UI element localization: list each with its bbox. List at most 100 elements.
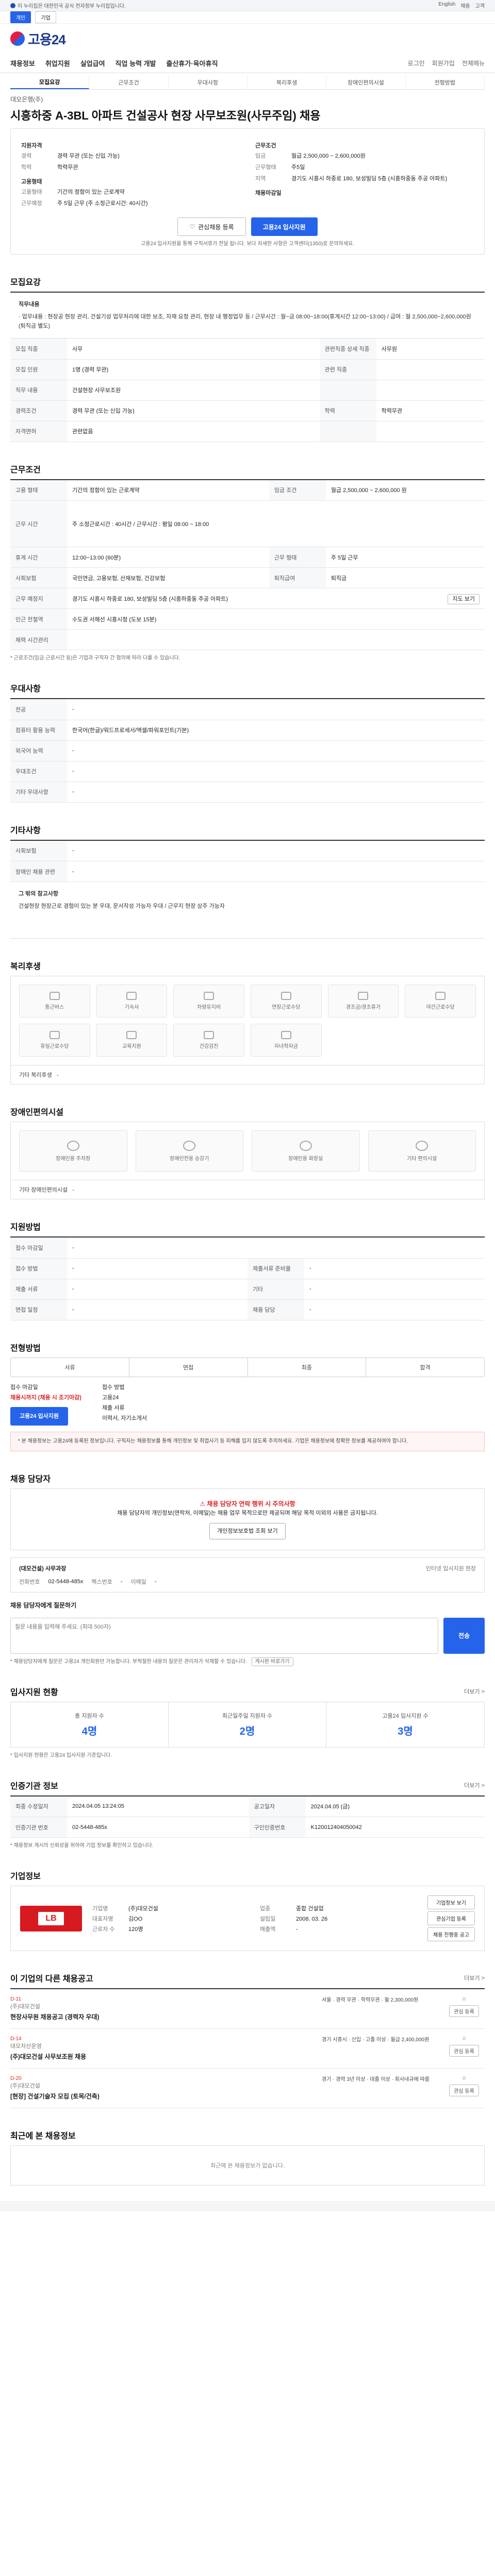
job-meta: 서울 · 경력 무관 · 학력무관 · 월 2,300,000원	[322, 1997, 419, 2003]
company-info: 기업명 (주)대모건설 업종 종합 건설업 대표자명 김OO 설립일 2008. 03.…	[92, 1904, 417, 1933]
nav-item[interactable]: 취업지원	[45, 58, 70, 68]
question-input[interactable]	[10, 1617, 438, 1654]
info-key: 근로자 수	[92, 1926, 115, 1933]
section-title: 장애인편의시설	[10, 1108, 64, 1117]
more-link[interactable]: 더보기 >	[464, 1781, 485, 1789]
cell-key: 사회보험	[10, 840, 67, 861]
warning-title: 채용 담당자 연락 행위 시 주의사항	[207, 1500, 295, 1507]
site-logo[interactable]: 고용24	[10, 29, 66, 48]
list-item[interactable]: D-11 (주)대모건설 현장사무원 채용공고 (경력자 우대) 서울 · 경력 무…	[10, 1989, 485, 2029]
method-value: 고용24	[102, 1394, 119, 1401]
nav-item[interactable]: 출산휴가·육아휴직	[167, 58, 218, 68]
cell-key: 관련 직종	[319, 359, 376, 380]
cell-key: 외국어 능력	[10, 740, 67, 761]
tab-conditions[interactable]: 근무조건	[89, 75, 169, 89]
fax-label: 팩스번호	[91, 1579, 112, 1585]
heart-icon: ♡	[189, 223, 195, 230]
summary-item: 고용형태 기간의 정함이 있는 근로계약	[21, 188, 240, 197]
apply-note: 고용24 입사지원을 통해 구직서류가 전달 됩니다. 보다 자세한 사항은 고…	[141, 241, 354, 247]
section-header: 인증기관 정보 더보기 >	[10, 1779, 485, 1791]
job-interest-button[interactable]: 관심 등록	[449, 2045, 479, 2057]
job-meta: 경기 · 경력 3년 이상 · 대졸 이상 · 회사내규에 따름	[322, 2077, 430, 2082]
cell-key: 제출 서류	[10, 1279, 67, 1300]
job-title: 시흥하중 A-3BL 아파트 건설공사 현장 사무보조원(사무주임) 채용	[10, 109, 321, 122]
elevator-icon	[183, 1140, 196, 1151]
cell-key: 장애인 채용 관련	[10, 861, 67, 882]
summary-item: 경력 경력 무관 (또는 신입 가능)	[21, 151, 240, 161]
cell-value: -	[67, 1299, 248, 1320]
facility-etc-key: 기타 장애인편의시설	[19, 1187, 68, 1193]
tab-facility[interactable]: 장애인편의시설	[326, 75, 406, 89]
topbar-link[interactable]: 채용	[460, 2, 470, 9]
info-key: 업종	[260, 1905, 271, 1912]
company-jobs-button[interactable]: 채용 진행중 공고	[427, 1927, 475, 1941]
interest-button[interactable]: ♡ 관심채용 등록	[177, 217, 246, 236]
send-button[interactable]: 전송	[443, 1617, 485, 1654]
star-icon[interactable]: ☆	[462, 1996, 467, 2002]
section-apply: 지원방법 접수 마감일 - 접수 방법 - 제출서류 준비물 - 제출 서류 - 기타 - 면…	[10, 1220, 485, 1320]
welfare-item: 휴일근로수당	[19, 1024, 90, 1057]
nav-item[interactable]: 직업 능력 개발	[116, 58, 156, 68]
job-interest-button[interactable]: 관심 등록	[449, 2005, 479, 2017]
section-title: 전형방법	[10, 1344, 41, 1353]
more-link[interactable]: 더보기 >	[464, 1974, 485, 1982]
tab-recruit[interactable]: 모집요강	[10, 75, 90, 89]
job-interest-button[interactable]: 관심 등록	[449, 2084, 479, 2096]
cell-value: -	[67, 740, 485, 761]
welfare-grid: 통근버스 기숙사 차량유지비 연장근로수당 경조금/경조휴가 야간근로수당 휴일…	[10, 976, 485, 1065]
all-menu-link[interactable]: 전체메뉴	[462, 59, 485, 67]
list-item[interactable]: D-14 대모자산운영 (주)대모건설 사무보조원 채용 경기 시흥시 · 신입 ·…	[10, 2029, 485, 2069]
cell-key: 경력조건	[10, 400, 67, 421]
tab-preference[interactable]: 우대사항	[169, 75, 248, 89]
more-link[interactable]: 더보기 >	[464, 1687, 485, 1696]
star-icon[interactable]: ☆	[462, 2076, 467, 2081]
cell-key: 자격면허	[10, 421, 67, 442]
board-link[interactable]: 게시판 바로가기	[251, 1657, 293, 1666]
map-button[interactable]: 지도 보기	[448, 594, 480, 604]
job-title-link[interactable]: (주)대모건설 사무보조원 채용	[10, 2052, 314, 2061]
apply-button[interactable]: 고용24 입사지원	[251, 217, 318, 236]
nav-item[interactable]: 채용정보	[10, 58, 35, 68]
info-key: 매출액	[260, 1926, 276, 1933]
list-item[interactable]: D-20 (주)대모건설 [현장] 건설기술자 모집 (토목/건축) 경기 · 경력…	[10, 2069, 485, 2108]
selection-deadline: 접수 마감일 채용시까지 (채용 시 조기마감) 고용24 입사지원	[10, 1382, 81, 1426]
privacy-law-button[interactable]: 개인정보보호법 조회 보기	[209, 1522, 286, 1539]
selection-steps: 서류 면접 최종 합격	[10, 1357, 485, 1377]
topbar-link[interactable]: 고객	[475, 2, 485, 9]
tab-welfare[interactable]: 복리후생	[248, 75, 327, 89]
welfare-etc-key: 기타 복리후생	[19, 1072, 52, 1078]
cell-key: 임금 조건	[269, 480, 326, 501]
table-row: 외국어 능력 -	[10, 740, 485, 761]
signup-link[interactable]: 회원가입	[432, 59, 455, 67]
summary-key: 근무예정	[21, 200, 42, 207]
summary-value: 월급 2,500,000 ~ 2,600,000원	[291, 153, 366, 159]
selection-apply-button[interactable]: 고용24 입사지원	[10, 1406, 69, 1426]
clock-icon	[280, 992, 291, 1000]
job-company: (주)대모건설	[10, 2083, 40, 2089]
deadline-label: 접수 마감일	[10, 1384, 38, 1391]
summary-heading: 지원자격	[21, 143, 42, 149]
cell-key: 채용 담당	[248, 1299, 304, 1320]
tab-selection[interactable]: 전형방법	[406, 75, 485, 89]
table-row: 인증기관 번호 02-5448-485x 구인인증번호 K12001240405004…	[10, 1817, 485, 1838]
section-title: 최근에 본 채용정보	[10, 2132, 76, 2141]
registration-note: * 채용정보 게시의 신뢰성을 위하여 기업 정보를 확인하고 있습니다.	[10, 1843, 154, 1849]
section-welfare: 복리후생 통근버스 기숙사 차량유지비 연장근로수당 경조금/경조휴가 야간근로…	[10, 959, 485, 1084]
summary-key: 경력	[21, 153, 32, 159]
company-interest-button[interactable]: 관심기업 등록	[427, 1911, 475, 1925]
company-info-button[interactable]: 기업정보 보기	[427, 1895, 475, 1909]
cell-key: 컴퓨터 활용 능력	[10, 720, 67, 741]
topbar-link[interactable]: English	[438, 2, 455, 9]
summary-heading: 채용마감일	[255, 190, 282, 196]
job-title-link[interactable]: [현장] 건설기술자 모집 (토목/건축)	[10, 2092, 314, 2100]
question-notes: * 채용담당자에게 질문은 고용24 개인회원만 가능합니다. 부적절한 내용의…	[10, 1657, 485, 1666]
footer	[0, 2201, 495, 2211]
tab-personal[interactable]: 개인	[10, 11, 31, 23]
nav-item[interactable]: 실업급여	[80, 58, 105, 68]
summary-value: 경력 무관 (또는 신입 가능)	[57, 153, 120, 159]
login-link[interactable]: 로그인	[408, 59, 425, 67]
star-icon[interactable]: ☆	[462, 2036, 467, 2042]
job-title-link[interactable]: 현장사무원 채용공고 (경력자 우대)	[10, 2012, 314, 2021]
section-header: 입사지원 현황 더보기 >	[10, 1685, 485, 1698]
tab-company[interactable]: 기업	[35, 11, 56, 23]
